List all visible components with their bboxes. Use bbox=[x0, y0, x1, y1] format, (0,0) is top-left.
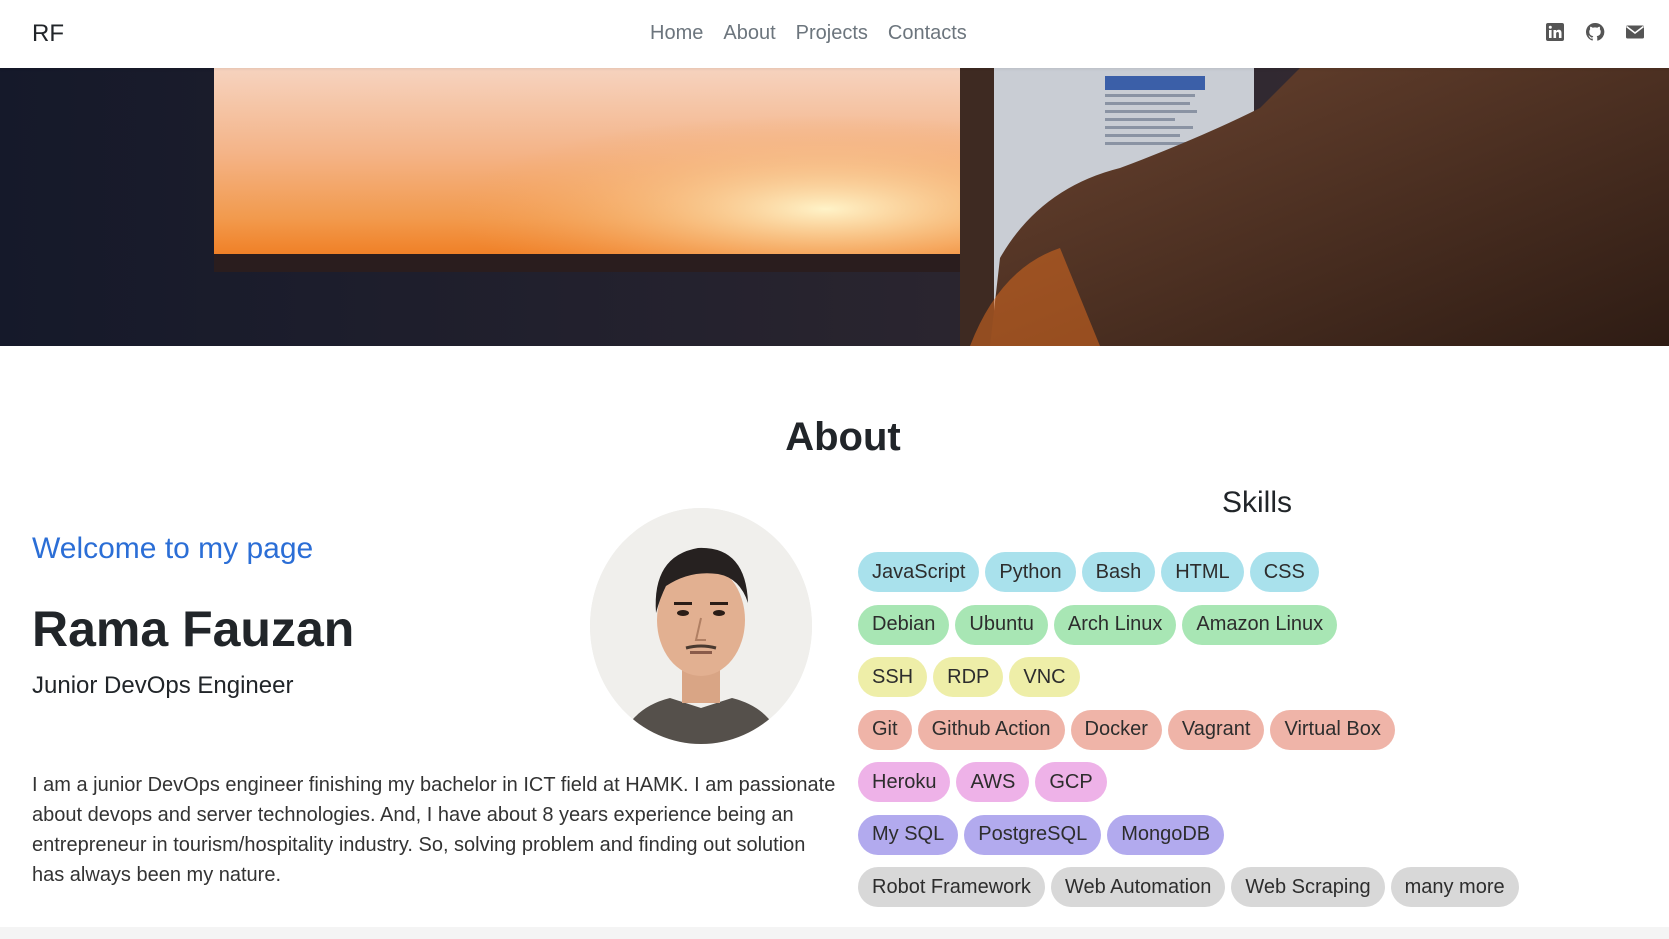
skill-badge: Robot Framework bbox=[858, 867, 1045, 907]
skills-title: Skills bbox=[1222, 486, 1293, 519]
skill-badge: PostgreSQL bbox=[964, 814, 1102, 855]
skill-badge: GCP bbox=[1035, 762, 1107, 802]
hero-image bbox=[0, 68, 1669, 346]
skill-badge: Python bbox=[985, 552, 1076, 592]
linkedin-icon[interactable] bbox=[1545, 22, 1565, 42]
skill-badge: Web Automation bbox=[1050, 867, 1226, 907]
skill-row: My SQL PostgreSQL MongoDB bbox=[858, 814, 1658, 855]
skill-badge: AWS bbox=[956, 762, 1030, 802]
nav-link-projects[interactable]: Projects bbox=[796, 22, 868, 45]
profile-photo bbox=[590, 508, 812, 744]
skill-badge: Heroku bbox=[858, 762, 951, 802]
skill-badge: My SQL bbox=[858, 814, 959, 855]
nav-link-about[interactable]: About bbox=[723, 22, 775, 45]
nav-link-home[interactable]: Home bbox=[650, 22, 703, 45]
about-section-title: About bbox=[785, 415, 901, 459]
skill-badge: Vagrant bbox=[1167, 709, 1265, 750]
skill-row: JavaScript Python Bash HTML CSS bbox=[858, 552, 1658, 592]
skill-badge: VNC bbox=[1009, 657, 1080, 697]
profile-role: Junior DevOps Engineer bbox=[32, 672, 294, 699]
skill-badge: Debian bbox=[858, 604, 950, 645]
skill-row: Heroku AWS GCP bbox=[858, 762, 1658, 802]
skill-badge: RDP bbox=[933, 657, 1004, 697]
skill-badge: Docker bbox=[1070, 709, 1162, 750]
skill-badge: MongoDB bbox=[1107, 814, 1225, 855]
skill-badge: Github Action bbox=[917, 709, 1065, 750]
skill-row: Debian Ubuntu Arch Linux Amazon Linux bbox=[858, 604, 1658, 645]
skill-badge: CSS bbox=[1249, 552, 1319, 592]
skill-badge: HTML bbox=[1161, 552, 1244, 592]
skill-badge: Git bbox=[858, 709, 912, 750]
skill-row: Git Github Action Docker Vagrant Virtual Box bbox=[858, 709, 1658, 750]
navbar: RF Home About Projects Contacts bbox=[0, 0, 1669, 68]
skill-badge: Ubuntu bbox=[955, 604, 1048, 645]
social-icons bbox=[1545, 22, 1645, 42]
skill-badge: Arch Linux bbox=[1053, 604, 1177, 645]
nav-link-contacts[interactable]: Contacts bbox=[888, 22, 967, 45]
footer-divider bbox=[0, 927, 1669, 939]
skill-row: Robot Framework Web Automation Web Scrapin… bbox=[858, 867, 1658, 907]
welcome-heading: Welcome to my page bbox=[32, 532, 314, 565]
profile-name: Rama Fauzan bbox=[32, 601, 355, 657]
bio-paragraph: I am a junior DevOps engineer finishing … bbox=[32, 774, 836, 886]
skills-list: JavaScript Python Bash HTML CSS Debian Ubuntu A… bbox=[858, 552, 1658, 920]
skill-badge: Web Scraping bbox=[1231, 867, 1385, 907]
skill-badge: SSH bbox=[858, 657, 928, 697]
skill-row: SSH RDP VNC bbox=[858, 657, 1658, 697]
github-icon[interactable] bbox=[1585, 22, 1605, 42]
skill-badge: many more bbox=[1390, 867, 1519, 907]
envelope-icon[interactable] bbox=[1625, 22, 1645, 42]
hero-banner bbox=[0, 68, 1669, 346]
brand-logo[interactable]: RF bbox=[32, 20, 64, 48]
avatar bbox=[590, 508, 812, 744]
nav-links: Home About Projects Contacts bbox=[650, 22, 967, 45]
skill-badge: JavaScript bbox=[858, 552, 980, 592]
skill-badge: Virtual Box bbox=[1270, 709, 1395, 750]
skill-badge: Amazon Linux bbox=[1182, 604, 1338, 645]
skill-badge: Bash bbox=[1081, 552, 1156, 592]
